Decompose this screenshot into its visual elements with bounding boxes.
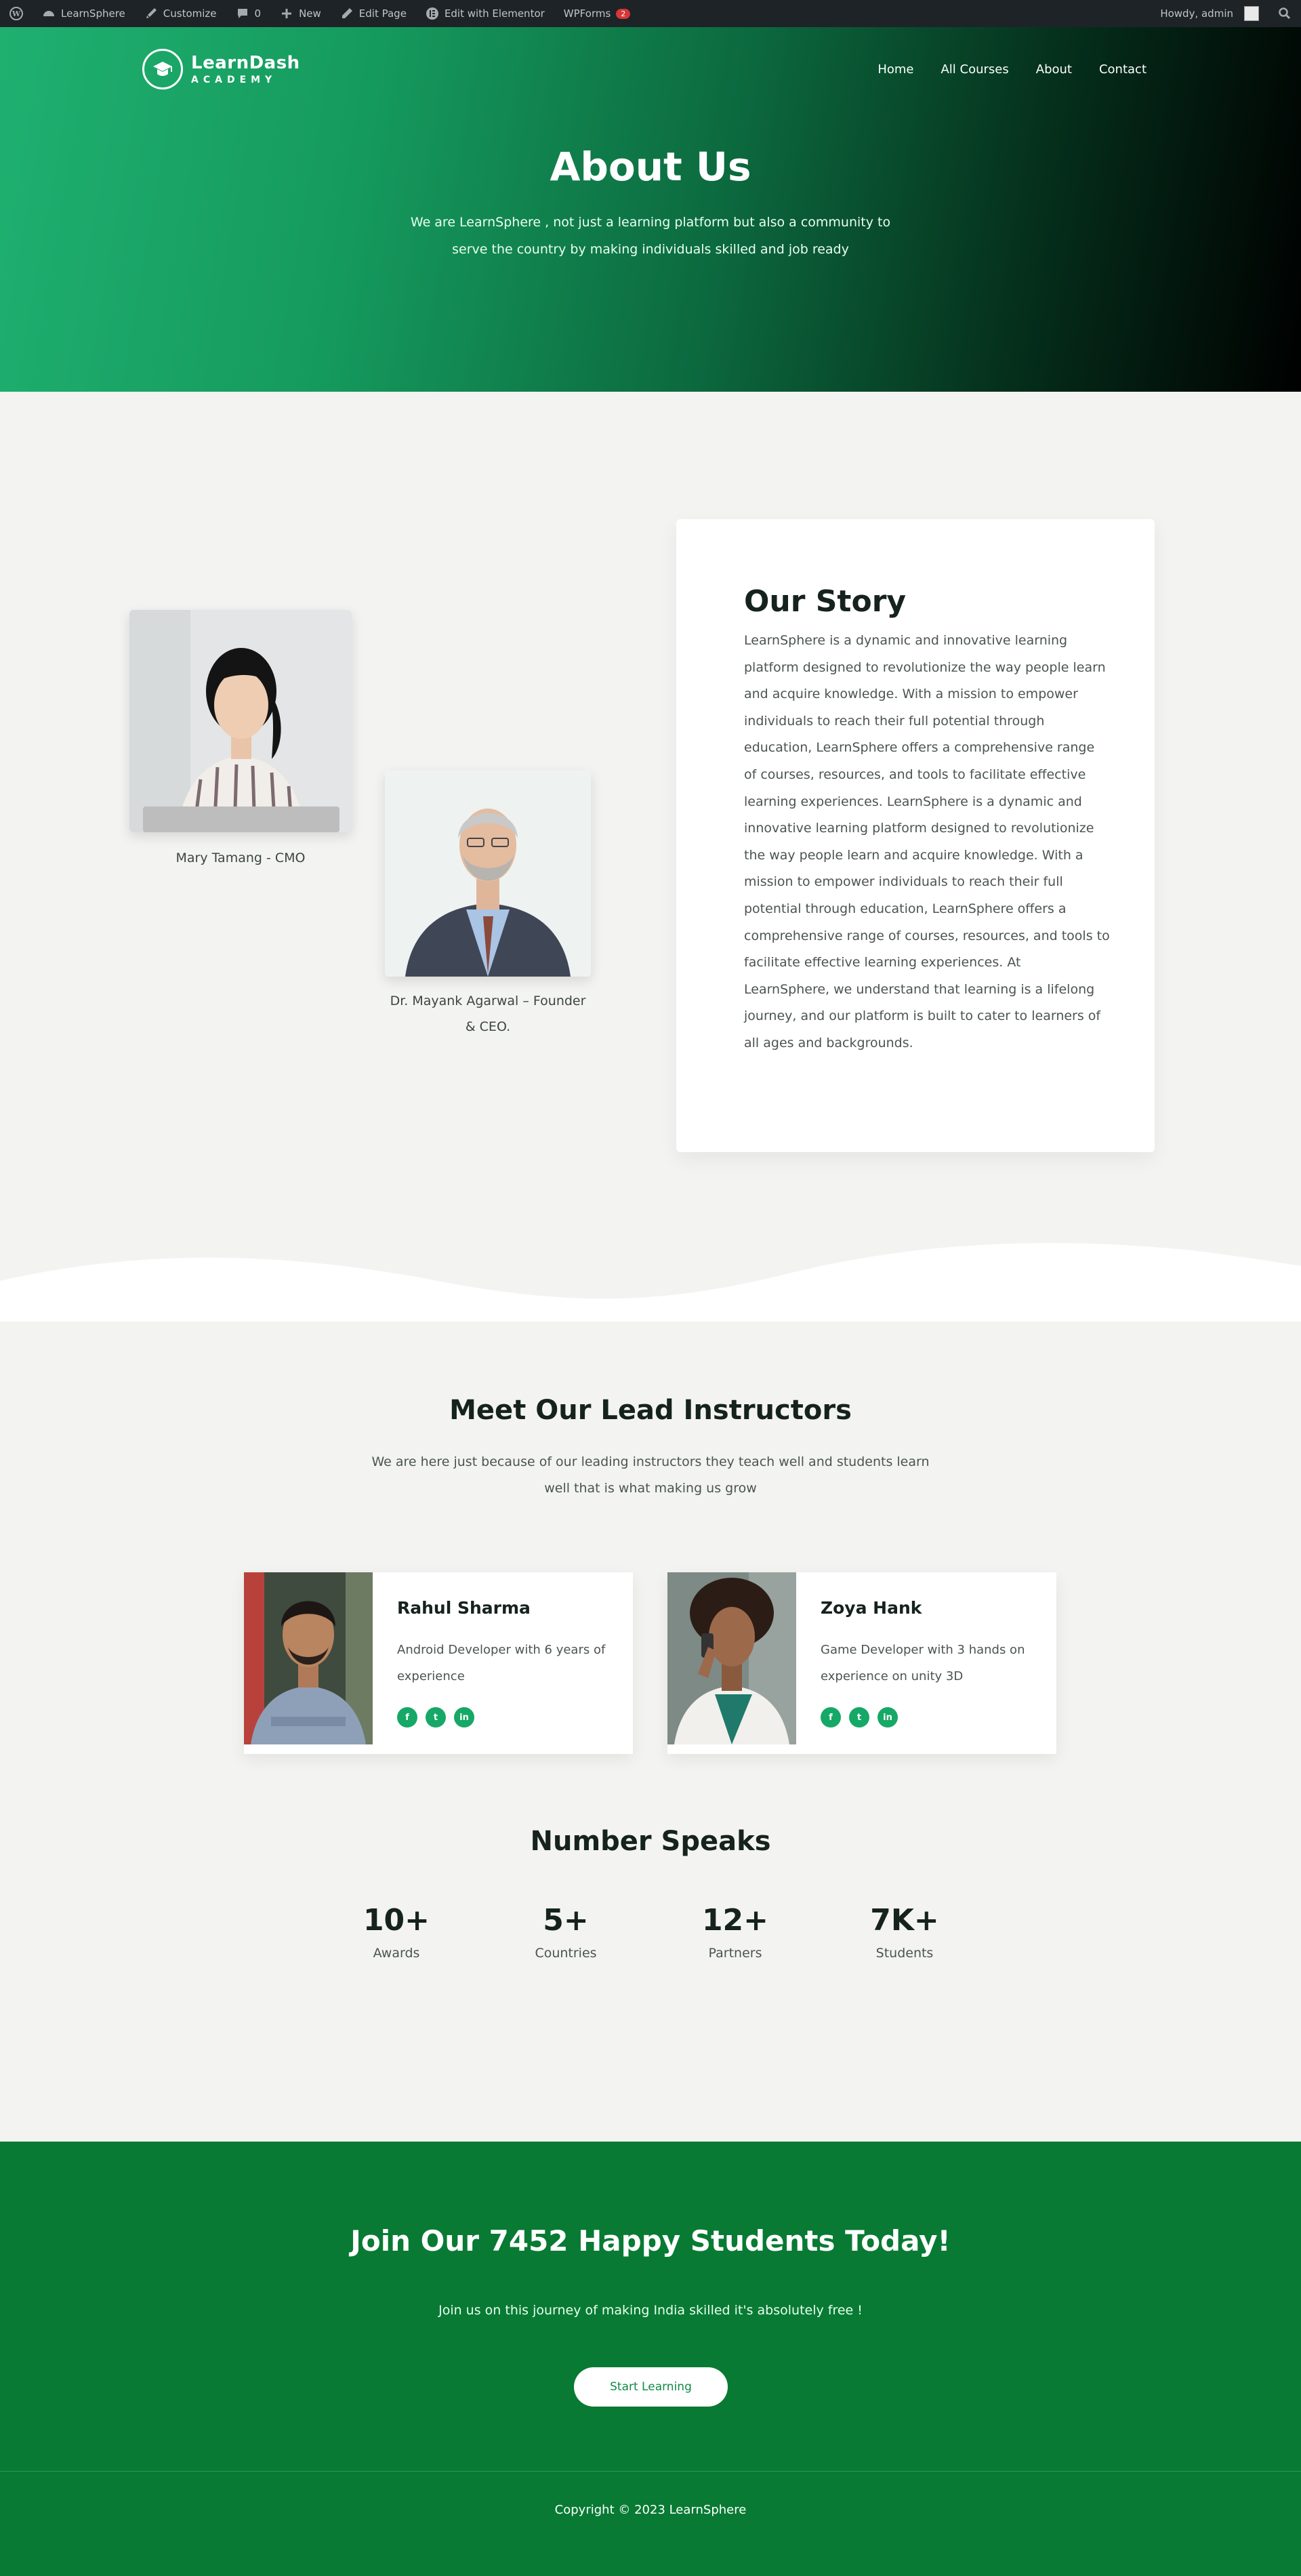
nav-home[interactable]: Home (877, 62, 913, 77)
social-links: f t in (821, 1707, 1032, 1727)
mary-tamang-photo (129, 610, 352, 832)
instructor-card-zoya: Zoya Hank Game Developer with 3 hands on… (667, 1572, 1056, 1754)
facebook-icon[interactable]: f (397, 1707, 417, 1727)
admin-bar-new[interactable]: New (270, 0, 331, 27)
instructor-name: Rahul Sharma (397, 1598, 531, 1618)
linkedin-icon[interactable]: in (877, 1707, 898, 1727)
rahul-sharma-photo (244, 1572, 373, 1744)
our-story-title: Our Story (744, 584, 907, 619)
instructor-name: Zoya Hank (821, 1598, 922, 1618)
admin-bar-customize[interactable]: Customize (135, 0, 226, 27)
instructors-title: Meet Our Lead Instructors (449, 1395, 852, 1426)
site-logo[interactable]: LearnDash ACADEMY (142, 49, 300, 89)
number-speaks-title: Number Speaks (530, 1826, 771, 1857)
instructors-subtitle: We are here just because of our leading … (371, 1454, 930, 1496)
stat-value: 5+ (543, 1903, 589, 1938)
footer: Copyright © 2023 LearnSphere (0, 2471, 1301, 2576)
zoya-hank-photo (667, 1572, 796, 1744)
stat-label: Students (875, 1946, 934, 1961)
page-title: About Us (550, 144, 751, 190)
main-nav: Home All Courses About Contact (877, 62, 1147, 77)
logo-subtitle: ACADEMY (191, 75, 277, 85)
twitter-icon[interactable]: t (849, 1707, 869, 1727)
instructor-desc: Android Developer with 6 years of experi… (397, 1643, 606, 1683)
instructor-desc: Game Developer with 3 hands on experienc… (821, 1643, 1025, 1683)
new-label: New (299, 7, 321, 20)
wave-divider (0, 1243, 1301, 1322)
site-name-label: LearnSphere (61, 7, 125, 20)
cta-section: Join Our 7452 Happy Students Today! Join… (0, 2142, 1301, 2471)
stat-value: 12+ (701, 1903, 769, 1938)
our-story-card: Our Story LearnSphere is a dynamic and i… (676, 519, 1155, 1152)
stat-countries: 5+ Countries (498, 1903, 634, 1961)
facebook-icon[interactable]: f (821, 1707, 841, 1727)
stat-value: 7K+ (870, 1903, 939, 1938)
elementor-icon (426, 7, 438, 20)
cta-subtitle: Join us on this journey of making India … (438, 2303, 863, 2318)
admin-bar-edit-page[interactable]: Edit Page (331, 0, 416, 27)
admin-bar-comments[interactable]: 0 (226, 0, 271, 27)
stat-label: Partners (708, 1946, 762, 1961)
admin-bar-wpforms[interactable]: WPForms 2 (554, 0, 640, 27)
stat-label: Countries (535, 1946, 597, 1961)
start-learning-button[interactable]: Start Learning (574, 2367, 728, 2407)
copyright-text: Copyright © 2023 LearnSphere (554, 2503, 747, 2517)
stat-awards: 10+ Awards (329, 1903, 464, 1961)
hero-section: LearnDash ACADEMY Home All Courses About… (0, 27, 1301, 392)
admin-bar-elementor[interactable]: Edit with Elementor (416, 0, 554, 27)
stat-value: 10+ (363, 1903, 430, 1938)
social-links: f t in (397, 1707, 608, 1727)
svg-text:W: W (12, 9, 21, 18)
comment-icon (237, 9, 247, 18)
linkedin-icon[interactable]: in (454, 1707, 474, 1727)
wordpress-logo-icon[interactable]: W (0, 0, 33, 27)
avatar (1244, 6, 1259, 21)
edit-page-label: Edit Page (358, 7, 407, 20)
dashboard-icon (43, 11, 54, 16)
admin-bar: W LearnSphere Customize 0 New Edit Page … (0, 0, 1301, 27)
our-story-body: LearnSphere is a dynamic and innovative … (744, 633, 1110, 1050)
mayank-agarwal-caption: Dr. Mayank Agarwal – Founder & CEO. (390, 994, 586, 1034)
comments-count: 0 (254, 7, 262, 20)
instructor-card-rahul: Rahul Sharma Android Developer with 6 ye… (244, 1572, 633, 1754)
brush-icon (146, 8, 157, 18)
admin-bar-account[interactable]: Howdy, admin (1151, 0, 1268, 27)
stat-partners: 12+ Partners (667, 1903, 803, 1961)
twitter-icon[interactable]: t (426, 1707, 446, 1727)
plus-icon (282, 9, 292, 18)
nav-all-courses[interactable]: All Courses (941, 62, 1008, 77)
section-divider (0, 1320, 1301, 1322)
mary-tamang-caption: Mary Tamang - CMO (175, 851, 306, 865)
customize-label: Customize (163, 7, 217, 20)
stat-label: Awards (373, 1946, 420, 1961)
admin-bar-site[interactable]: LearnSphere (33, 0, 135, 27)
nav-about[interactable]: About (1036, 62, 1072, 77)
admin-search[interactable] (1268, 0, 1301, 27)
wpforms-label: WPForms (563, 7, 611, 20)
nav-contact[interactable]: Contact (1099, 62, 1147, 77)
search-icon (1279, 7, 1291, 20)
howdy-label: Howdy, admin (1160, 7, 1233, 20)
cta-title: Join Our 7452 Happy Students Today! (350, 2224, 951, 2257)
elementor-label: Edit with Elementor (444, 7, 545, 20)
pencil-icon (342, 8, 352, 18)
stat-students: 7K+ Students (837, 1903, 972, 1961)
hero-subtitle: We are LearnSphere , not just a learning… (410, 215, 891, 257)
wpforms-badge: 2 (616, 8, 631, 19)
logo-title: LearnDash (191, 53, 300, 73)
mayank-agarwal-photo (385, 771, 591, 977)
graduation-cap-icon (142, 49, 183, 89)
